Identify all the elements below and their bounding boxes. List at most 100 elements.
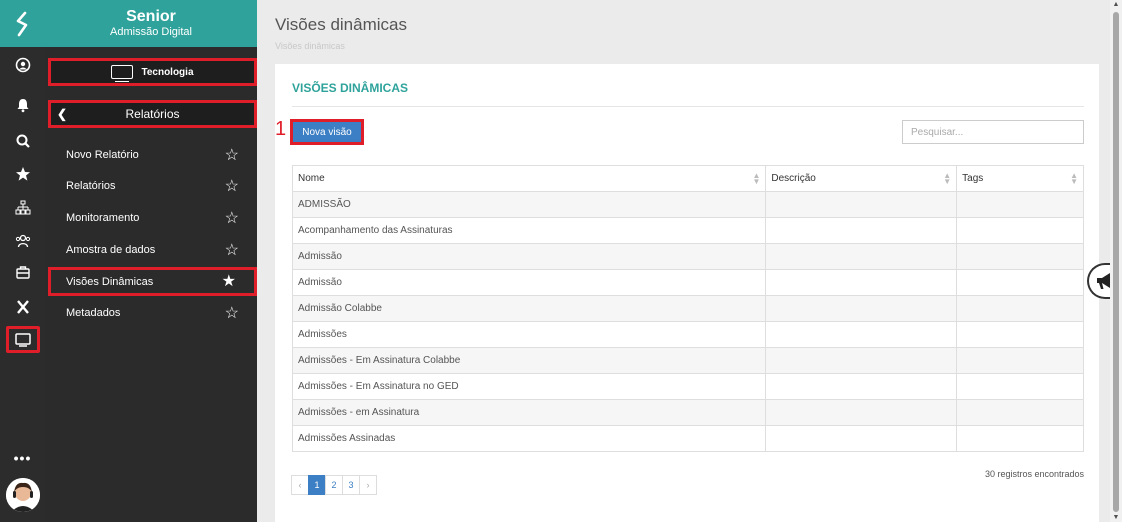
table-row[interactable]: Admissões Assinadas <box>291 425 1084 452</box>
briefcase-icon[interactable] <box>0 260 45 284</box>
pagination-next[interactable]: › <box>359 475 377 495</box>
bell-icon[interactable] <box>0 93 45 117</box>
scrollbar[interactable]: ▲ ▼ <box>1110 0 1122 522</box>
cell-descricao <box>765 347 958 374</box>
monitor-icon <box>111 65 134 82</box>
step-marker: 1 <box>275 118 287 140</box>
column-header-nome[interactable]: Nome ▲ ▼ <box>291 165 767 192</box>
cell-tags <box>956 347 1084 374</box>
cell-descricao <box>765 321 958 348</box>
cell-nome: Admissões <box>291 321 767 348</box>
new-view-button-label: Nova visão <box>293 122 361 142</box>
people-icon[interactable] <box>0 229 45 253</box>
table-row[interactable]: Acompanhamento das Assinaturas <box>291 217 1084 244</box>
menu-item-amostra-de-dados[interactable]: Amostra de dados ☆ <box>48 237 257 263</box>
table-row[interactable]: Admissões - Em Assinatura Colabbe <box>291 347 1084 374</box>
cell-tags <box>956 425 1084 452</box>
page-title: Visões dinâmicas <box>275 15 407 34</box>
menu-section-tecnologia[interactable]: Tecnologia <box>48 58 257 86</box>
table-row[interactable]: Admissão <box>291 269 1084 296</box>
pagination-prev[interactable]: ‹ <box>291 475 309 495</box>
cell-nome: Acompanhamento das Assinaturas <box>291 217 767 244</box>
scroll-down-icon[interactable]: ▼ <box>1112 514 1120 521</box>
menu-item-relatorios[interactable]: Relatórios ☆ <box>48 173 257 199</box>
sort-icon: ▲ ▼ <box>752 171 761 186</box>
scrollbar-thumb[interactable] <box>1113 12 1119 512</box>
cell-nome: Admissões Assinadas <box>291 425 767 452</box>
search-input[interactable] <box>902 120 1084 144</box>
more-icon[interactable]: ••• <box>0 450 45 466</box>
pagination-page-2[interactable]: 2 <box>325 475 343 495</box>
submenu-back-relatorios[interactable]: ❮ Relatórios <box>48 100 257 128</box>
menu-item-metadados[interactable]: Metadados ☆ <box>48 300 257 326</box>
cell-nome: Admissões - em Assinatura <box>291 399 767 426</box>
menu-item-monitoramento[interactable]: Monitoramento ☆ <box>48 205 257 231</box>
cell-tags <box>956 321 1084 348</box>
pagination: ‹ 1 2 3 › <box>291 475 377 495</box>
star-filled-icon[interactable]: ★ <box>222 271 236 291</box>
column-header-descricao[interactable]: Descrição ▲ ▼ <box>765 165 958 192</box>
menu-item-label: Amostra de dados <box>66 244 156 256</box>
menu-item-label: Monitoramento <box>66 212 140 224</box>
menu-item-label: Visões Dinâmicas <box>66 275 154 288</box>
menu-item-novo-relatorio[interactable]: Novo Relatório ☆ <box>48 142 257 168</box>
cell-descricao <box>765 399 958 426</box>
new-view-button[interactable]: Nova visão <box>290 119 364 145</box>
pagination-page-1[interactable]: 1 <box>308 475 326 495</box>
views-table: Nome ▲ ▼ Descrição ▲ ▼ Tags ▲ ▼ ADMISSÃO Acomp… <box>291 165 1084 452</box>
x-icon[interactable] <box>0 295 45 319</box>
column-header-tags[interactable]: Tags ▲ ▼ <box>956 165 1084 192</box>
cell-descricao <box>765 373 958 400</box>
cell-tags <box>956 191 1084 218</box>
table-row[interactable]: Admissão <box>291 243 1084 270</box>
card-title: VISÕES DINÂMICAS <box>292 81 409 95</box>
submenu-label: Relatórios <box>125 107 180 121</box>
scroll-up-icon[interactable]: ▲ <box>1112 1 1120 8</box>
cell-tags <box>956 399 1084 426</box>
table-row[interactable]: Admissões - em Assinatura <box>291 399 1084 426</box>
search-icon[interactable] <box>0 129 45 153</box>
cell-nome: ADMISSÃO <box>291 191 767 218</box>
monitor-icon[interactable] <box>0 328 45 352</box>
senior-logo-icon[interactable] <box>0 0 45 47</box>
sort-icon: ▲ ▼ <box>943 171 952 186</box>
main-content: Visões dinâmicas Visões dinâmicas VISÕES… <box>257 0 1110 522</box>
cell-nome: Admissão Colabbe <box>291 295 767 322</box>
cell-tags <box>956 373 1084 400</box>
cell-tags <box>956 269 1084 296</box>
cell-nome: Admissão <box>291 243 767 270</box>
avatar[interactable] <box>6 478 40 512</box>
menu-item-label: Novo Relatório <box>66 149 139 161</box>
pagination-page-3[interactable]: 3 <box>342 475 360 495</box>
brand-name: Senior <box>126 8 176 25</box>
star-outline-icon[interactable]: ☆ <box>225 208 239 228</box>
user-circle-icon[interactable] <box>0 53 45 77</box>
cell-descricao <box>765 269 958 296</box>
sort-icon: ▲ ▼ <box>1070 171 1078 186</box>
cell-tags <box>956 243 1084 270</box>
menu-section-label: Tecnologia <box>141 66 194 78</box>
table-row[interactable]: Admissão Colabbe <box>291 295 1084 322</box>
cell-nome: Admissão <box>291 269 767 296</box>
brand-header[interactable]: Senior Admissão Digital <box>45 0 257 47</box>
star-outline-icon[interactable]: ☆ <box>225 145 239 165</box>
chevron-left-icon: ❮ <box>57 107 68 121</box>
divider <box>292 106 1084 107</box>
table-row[interactable]: Admissões <box>291 321 1084 348</box>
card: VISÕES DINÂMICAS 1 Nova visão Nome▲▼ Des… <box>275 64 1099 522</box>
menu-item-visoes-dinamicas[interactable]: Visões Dinâmicas ★ <box>48 267 257 296</box>
table-row[interactable]: Admissões - Em Assinatura no GED <box>291 373 1084 400</box>
menu-item-label: Relatórios <box>66 180 116 192</box>
menu-item-label: Metadados <box>66 307 121 319</box>
cell-tags <box>956 295 1084 322</box>
breadcrumb[interactable]: Visões dinâmicas <box>275 41 345 51</box>
star-outline-icon[interactable]: ☆ <box>225 240 239 260</box>
star-outline-icon[interactable]: ☆ <box>225 303 239 323</box>
star-icon[interactable] <box>0 162 45 186</box>
cell-descricao <box>765 295 958 322</box>
org-chart-icon[interactable] <box>0 196 45 220</box>
table-row[interactable]: ADMISSÃO <box>291 191 1084 218</box>
star-outline-icon[interactable]: ☆ <box>225 176 239 196</box>
side-menu: Senior Admissão Digital Tecnologia ❮ Rel… <box>45 0 257 522</box>
cell-descricao <box>765 243 958 270</box>
